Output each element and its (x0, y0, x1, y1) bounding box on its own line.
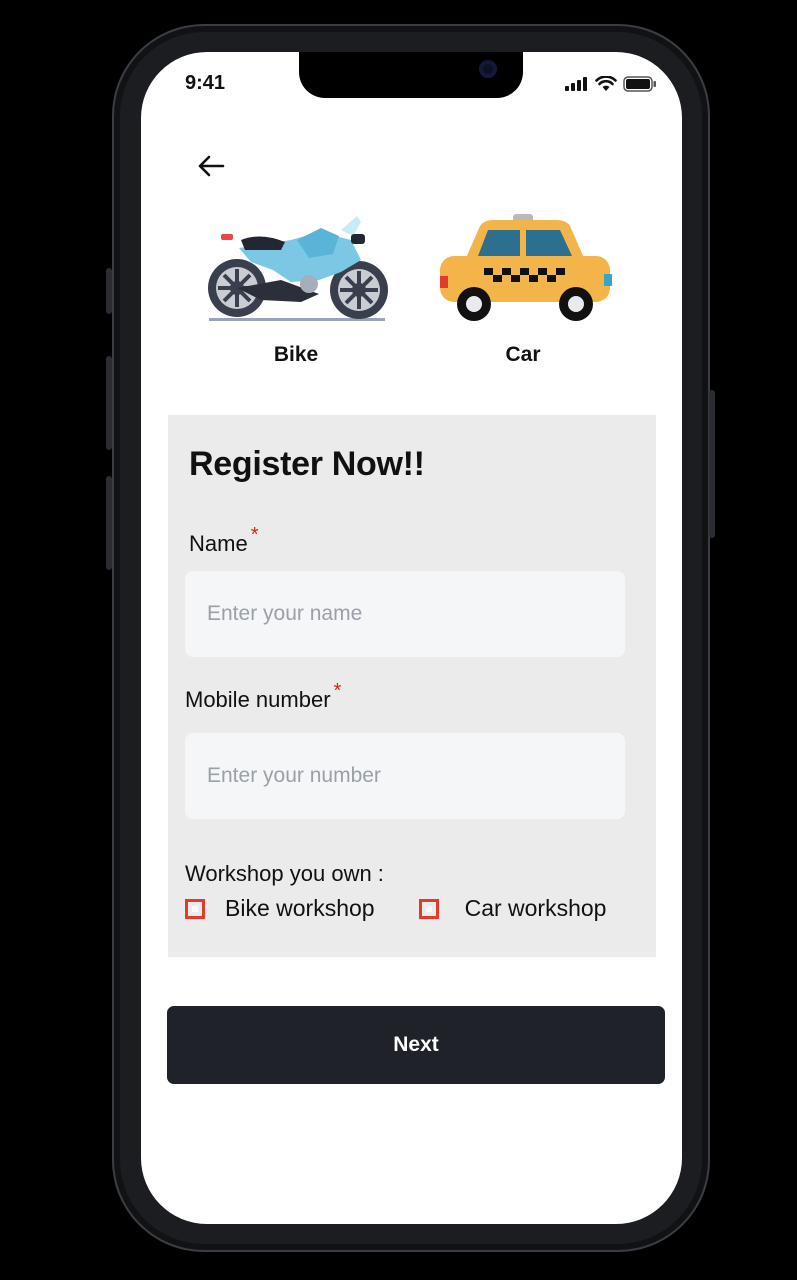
mobile-input[interactable] (185, 733, 625, 819)
status-time: 9:41 (185, 72, 226, 94)
app-screen: 9:41 Bike Car Register Now!! Name * Ente… (141, 52, 682, 1224)
vehicle-label-bike: Bike (273, 343, 319, 366)
checkbox-inner (425, 905, 432, 912)
car-workshop-checkbox[interactable] (418, 898, 439, 919)
bike-workshop-option[interactable]: Bike workshop (185, 895, 375, 922)
signal-icon (565, 77, 587, 91)
phone-mute-switch (106, 268, 112, 314)
phone-power-button (709, 390, 715, 538)
vehicle-label-car: Car (505, 343, 541, 366)
workshop-label: Workshop you own : (185, 861, 384, 886)
car-workshop-label[interactable]: Car workshop (465, 895, 607, 922)
vehicle-option-bike[interactable]: Bike (196, 210, 396, 367)
battery-icon (623, 76, 656, 92)
name-label: Name * (189, 524, 258, 557)
required-marker: * (250, 524, 259, 546)
register-card: Register Now!! Name* Mobile number* Work… (168, 415, 656, 957)
vehicle-option-car[interactable]: Car (423, 210, 623, 367)
back-button[interactable] (195, 150, 227, 182)
car-workshop-option[interactable]: Car workshop (418, 895, 607, 922)
notch (299, 52, 523, 98)
status-icons (565, 76, 657, 92)
workshop-options: Bike workshop Car workshop (185, 895, 606, 922)
motorcycle-icon (208, 216, 388, 321)
wifi-icon (595, 76, 617, 91)
mobile-label-text: Mobile number (185, 687, 331, 712)
name-input[interactable] (185, 571, 625, 657)
bike-workshop-checkbox[interactable] (185, 898, 205, 919)
taxi-car-icon (440, 214, 612, 321)
checkbox-inner (192, 905, 198, 912)
bike-workshop-label[interactable]: Bike workshop (225, 895, 375, 922)
phone-volume-down (106, 476, 112, 570)
name-label-text: Name (189, 531, 248, 556)
required-marker: * (333, 680, 342, 702)
arrow-left-icon (198, 155, 225, 177)
register-title: Register Now!! (189, 445, 425, 483)
front-camera (479, 60, 497, 78)
phone-volume-up (106, 356, 112, 450)
next-button[interactable]: Next (167, 1006, 665, 1084)
mobile-label: Mobile number * (185, 680, 341, 713)
